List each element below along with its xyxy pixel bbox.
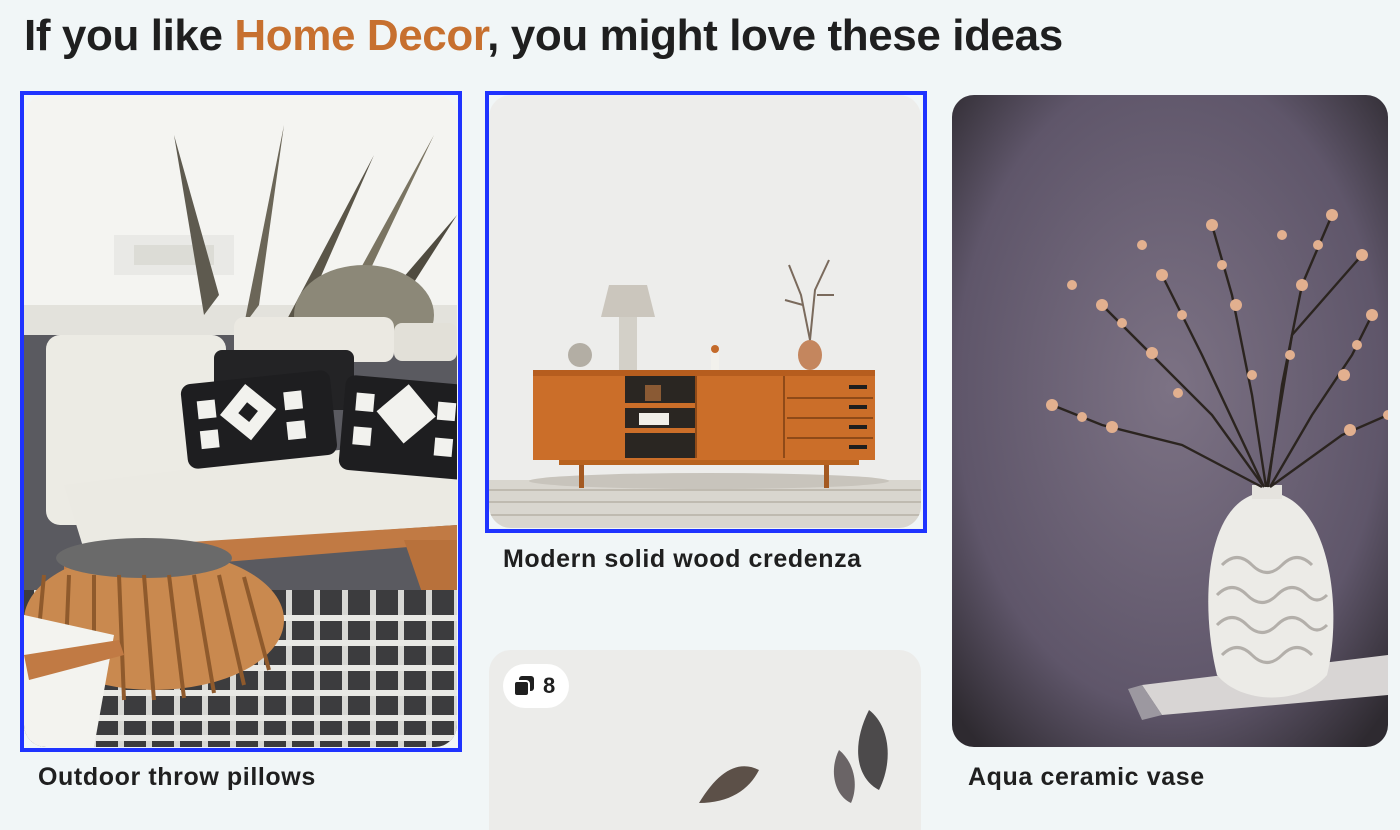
pin-outdoor-throw-pillows[interactable]	[24, 95, 457, 747]
stacked-pages-icon	[513, 676, 534, 697]
pin-image-vase	[952, 95, 1388, 747]
heading-topic[interactable]: Home Decor	[234, 11, 487, 60]
pin-image-patio-sofa	[24, 95, 457, 747]
pin-aqua-ceramic-vase[interactable]	[952, 95, 1388, 747]
pin-modern-solid-wood-credenza[interactable]	[489, 95, 921, 528]
pin-title[interactable]: Aqua ceramic vase	[968, 762, 1205, 792]
collection-count-badge: 8	[503, 664, 570, 708]
section-heading: If you like Home Decor, you might love t…	[24, 8, 1063, 64]
pin-title[interactable]: Modern solid wood credenza	[503, 544, 862, 574]
pin-image-credenza	[489, 95, 921, 528]
heading-suffix: , you might love these ideas	[487, 11, 1063, 60]
pin-title[interactable]: Outdoor throw pillows	[38, 762, 316, 792]
collection-count: 8	[543, 673, 556, 698]
heading-prefix: If you like	[24, 11, 235, 60]
